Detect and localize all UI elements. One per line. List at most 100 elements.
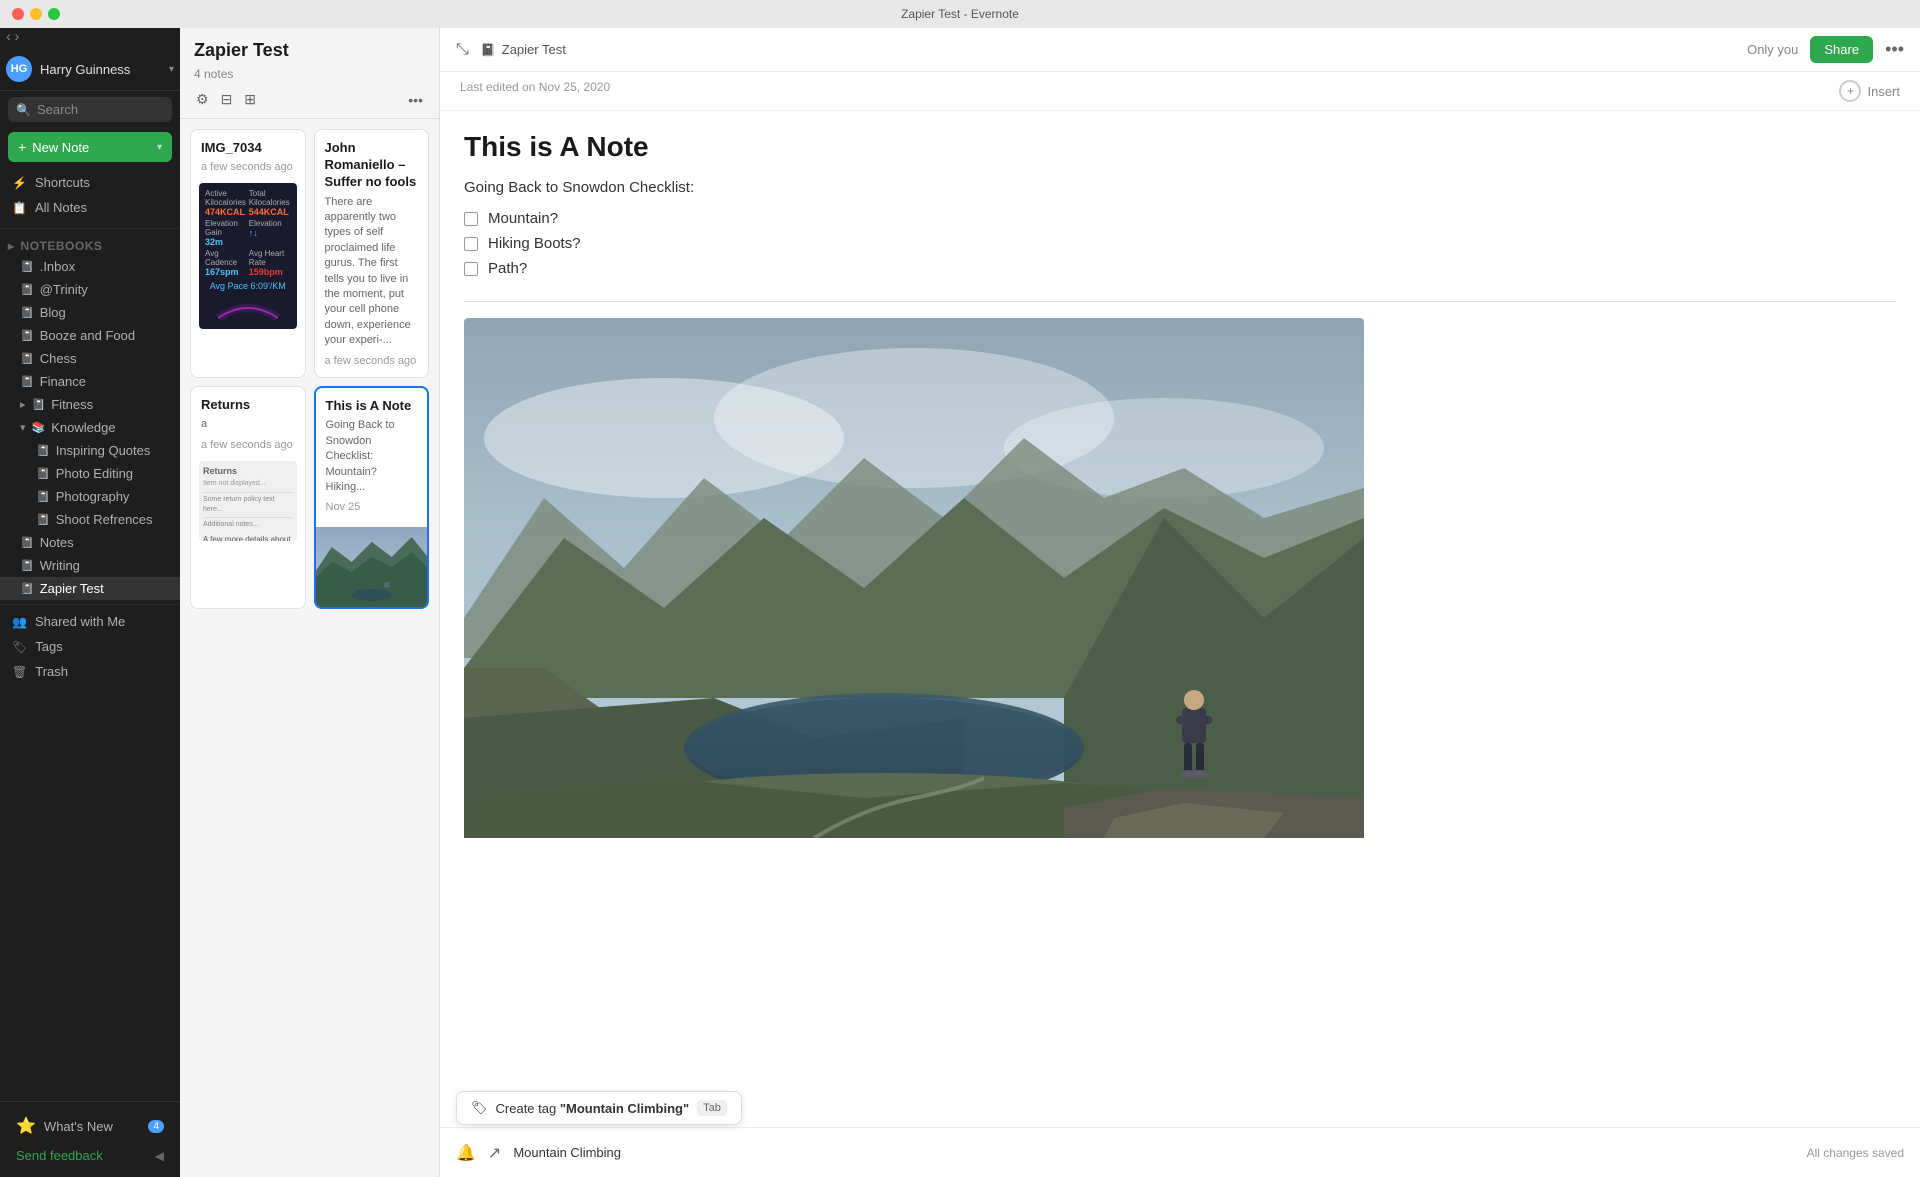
notes-list-header: Zapier Test 4 notes ⚙ ⊟ ⊞ ••• [180, 28, 439, 119]
close-button[interactable] [12, 8, 24, 20]
new-note-button[interactable]: + New Note ▾ [8, 132, 172, 162]
back-arrow[interactable]: ‹ [6, 28, 11, 44]
sidebar-item-tags[interactable]: 🏷 Tags [0, 634, 180, 659]
note-card-this-is-a-note[interactable]: This is A Note Going Back to Snowdon Che… [314, 386, 430, 610]
notes-list-panel: Zapier Test 4 notes ⚙ ⊟ ⊞ ••• IMG_7034 a… [180, 28, 440, 1177]
user-name: Harry Guinness [40, 62, 161, 77]
note-title: IMG_7034 [201, 140, 295, 157]
insert-icon: + [1839, 80, 1861, 102]
notebook-finance[interactable]: 📓 Finance [0, 370, 180, 393]
whats-new-icon: ⭐ [16, 1116, 36, 1136]
forward-arrow[interactable]: › [15, 28, 20, 44]
notebook-icon: 📓 [36, 513, 50, 526]
note-card-returns[interactable]: Returns a a few seconds ago Returns Item… [190, 386, 306, 610]
user-profile[interactable]: HG Harry Guinness ▾ [0, 48, 180, 91]
new-note-caret-icon: ▾ [157, 142, 162, 153]
tag-input-container [513, 1144, 1794, 1162]
checkbox-mountain[interactable] [464, 212, 478, 226]
user-caret-icon: ▾ [169, 64, 174, 75]
whats-new-button[interactable]: ⭐ What's New 4 [8, 1110, 172, 1142]
grid-icon[interactable]: ⊞ [242, 89, 258, 110]
notebook-icon: 📓 [20, 352, 34, 365]
notebook-booze-food[interactable]: 📓 Booze and Food [0, 324, 180, 347]
share-button[interactable]: Share [1810, 36, 1873, 63]
shortcuts-icon: ⚡ [12, 176, 27, 190]
mountain-thumbnail [316, 527, 428, 607]
notebook-stack-icon: 📚 [32, 421, 46, 434]
notebook-writing[interactable]: 📓 Writing [0, 554, 180, 577]
sidebar-item-shortcuts[interactable]: ⚡ Shortcuts [0, 170, 180, 195]
notebook-breadcrumb-name[interactable]: Zapier Test [502, 42, 566, 57]
notebook-knowledge[interactable]: ▾ 📚 Knowledge [0, 416, 180, 439]
notebook-icon: 📓 [32, 398, 46, 411]
notebook-photography[interactable]: 📓 Photography [0, 485, 180, 508]
notebook-inspiring-quotes[interactable]: 📓 Inspiring Quotes [0, 439, 180, 462]
more-options-icon[interactable]: ••• [406, 90, 425, 110]
app-container: ‹ › HG Harry Guinness ▾ 🔍 Search + New N… [0, 28, 1920, 1177]
note-card-img-7034[interactable]: IMG_7034 a few seconds ago Active Kiloca… [190, 129, 306, 378]
note-title: This is A Note [464, 131, 1896, 163]
shared-icon: 👥 [12, 615, 27, 629]
notebook-notes[interactable]: 📓 Notes [0, 531, 180, 554]
minimize-button[interactable] [30, 8, 42, 20]
sort-icon[interactable]: ⊟ [219, 89, 235, 110]
sidebar-footer: ⭐ What's New 4 Send feedback ◀ [0, 1101, 180, 1177]
filter-icon[interactable]: ⚙ [194, 89, 211, 110]
notebook-icon: 📓 [20, 536, 34, 549]
collapse-icon[interactable]: ◀ [155, 1149, 164, 1163]
notebook-fitness[interactable]: ▸ 📓 Fitness [0, 393, 180, 416]
feedback-button[interactable]: Send feedback ◀ [8, 1142, 172, 1169]
more-options-button[interactable]: ••• [1885, 39, 1904, 60]
expand-icon[interactable]: ⤡ [456, 41, 469, 59]
notebook-trinity[interactable]: 📓 @Trinity [0, 278, 180, 301]
notebook-icon: 📓 [20, 559, 34, 572]
notebook-inbox[interactable]: 📓 .Inbox [0, 255, 180, 278]
trash-icon: 🗑 [12, 665, 27, 679]
notebook-expand-icon: ▸ [20, 398, 26, 411]
note-card-content: This is A Note Going Back to Snowdon Che… [316, 388, 428, 528]
titlebar: Zapier Test - Evernote [0, 0, 1920, 28]
editor-meta: Last edited on Nov 25, 2020 + Insert [440, 72, 1920, 111]
mountain-image [464, 318, 1364, 843]
notebook-shoot-references[interactable]: 📓 Shoot Refrences [0, 508, 180, 531]
notebooks-section-header: ▸ Notebooks [0, 233, 180, 255]
note-card-content: Returns a a few seconds ago [191, 387, 305, 461]
notebook-blog[interactable]: 📓 Blog [0, 301, 180, 324]
bell-icon[interactable]: 🔔 [456, 1143, 476, 1163]
notebook-photo-editing[interactable]: 📓 Photo Editing [0, 462, 180, 485]
notebook-icon: 📓 [20, 582, 34, 595]
checklist-header: Going Back to Snowdon Checklist: [464, 179, 1896, 196]
notebook-icon: 📓 [36, 467, 50, 480]
sidebar-item-shared[interactable]: 👥 Shared with Me [0, 609, 180, 634]
trash-label: Trash [35, 664, 168, 679]
search-placeholder: Search [37, 102, 78, 117]
tag-suggestion-popup[interactable]: 🏷 Create tag "Mountain Climbing" Tab [456, 1091, 742, 1125]
tag-input[interactable] [513, 1145, 713, 1160]
sidebar-item-trash[interactable]: 🗑 Trash [0, 659, 180, 684]
note-preview: a [201, 417, 295, 432]
checkbox-path[interactable] [464, 262, 478, 276]
note-editor: ⤡ 📓 Zapier Test Only you Share ••• Last … [440, 28, 1920, 1177]
editor-header: ⤡ 📓 Zapier Test Only you Share ••• [440, 28, 1920, 72]
feedback-label: Send feedback [16, 1148, 103, 1163]
notebook-icon: 📓 [20, 329, 34, 342]
checklist-item-mountain: Mountain? [464, 206, 1896, 231]
checklist-label-mountain: Mountain? [488, 210, 558, 227]
notes-grid: IMG_7034 a few seconds ago Active Kiloca… [180, 119, 439, 1177]
search-bar[interactable]: 🔍 Search [8, 97, 172, 122]
maximize-button[interactable] [48, 8, 60, 20]
share-footer-icon[interactable]: ↗ [488, 1143, 501, 1163]
editor-actions: Only you Share ••• [1747, 36, 1904, 63]
checkbox-hiking[interactable] [464, 237, 478, 251]
note-card-john[interactable]: John Romaniello – Suffer no fools There … [314, 129, 430, 378]
insert-button[interactable]: + Insert [1839, 80, 1900, 102]
notes-toolbar: ⚙ ⊟ ⊞ ••• [194, 89, 425, 110]
notebook-chess[interactable]: 📓 Chess [0, 347, 180, 370]
divider-1 [0, 228, 180, 229]
sidebar-item-all-notes[interactable]: 📋 All Notes [0, 195, 180, 220]
note-card-content: John Romaniello – Suffer no fools There … [315, 130, 429, 377]
avatar: HG [6, 56, 32, 82]
editor-content[interactable]: This is A Note Going Back to Snowdon Che… [440, 111, 1920, 1127]
doc-thumbnail: Returns Item not displayed... Some retur… [199, 461, 297, 541]
notebook-zapier-test[interactable]: 📓 Zapier Test [0, 577, 180, 600]
